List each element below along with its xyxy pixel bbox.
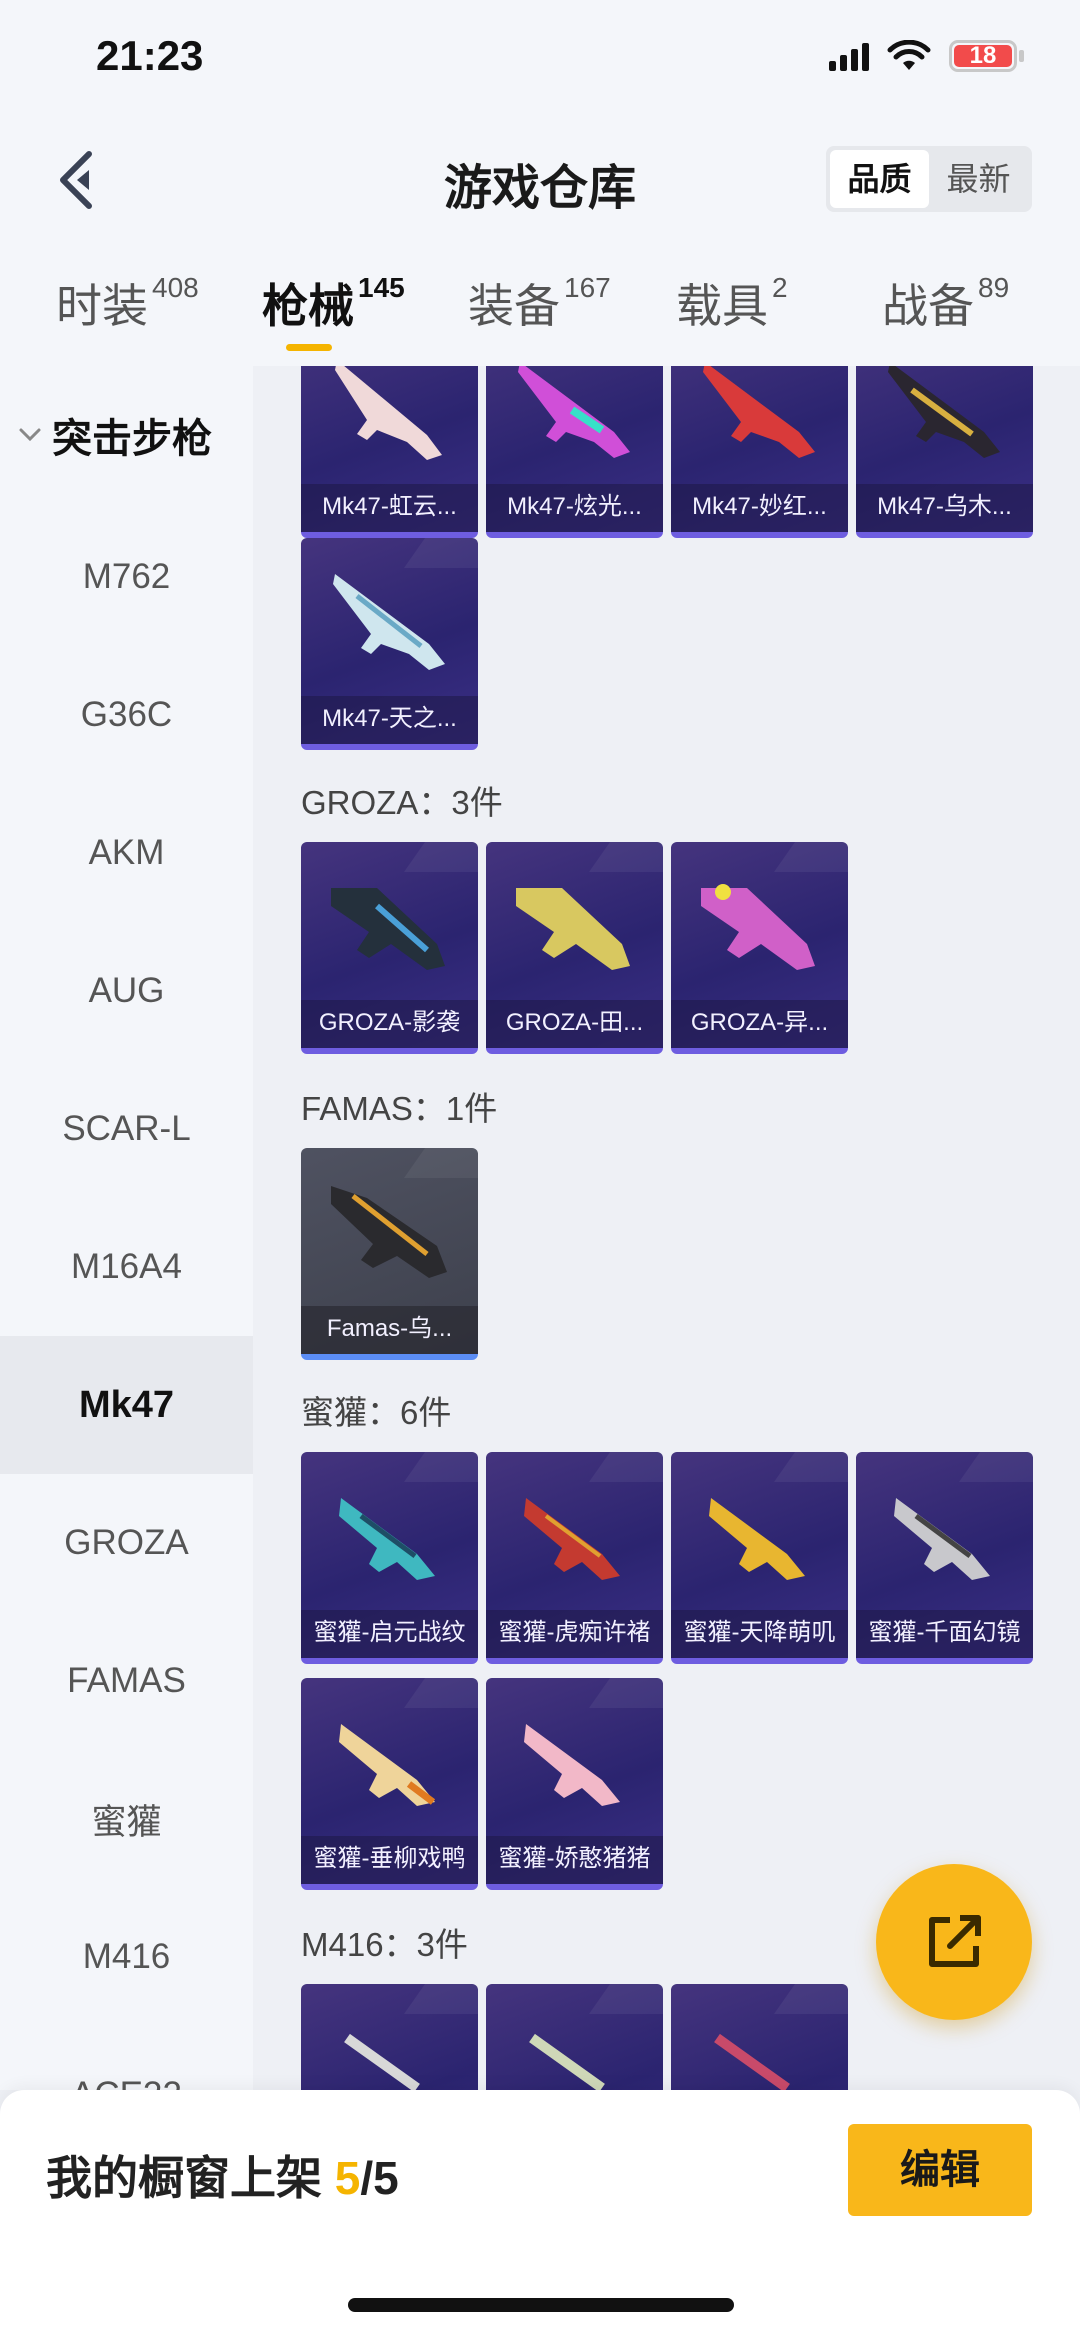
section-heading-honey-badger: 蜜獾：6件 bbox=[301, 1394, 452, 1431]
sidebar-item-famas[interactable]: FAMAS bbox=[0, 1612, 253, 1750]
tab-guns[interactable]: 枪械 145 bbox=[262, 270, 405, 350]
rifle-skin-icon bbox=[529, 2033, 605, 2090]
edit-button[interactable]: 编辑 bbox=[848, 2124, 1032, 2216]
showcase-status: 我的橱窗上架 5/5 bbox=[46, 2152, 399, 2204]
sort-toggle: 品质 最新 bbox=[826, 146, 1032, 212]
skin-card[interactable]: Mk47-乌木... bbox=[856, 366, 1033, 538]
home-indicator bbox=[348, 2298, 734, 2312]
sidebar-item-scar-l[interactable]: SCAR-L bbox=[0, 1060, 253, 1198]
section-heading-famas: FAMAS：1件 bbox=[301, 1090, 498, 1127]
sidebar-item-mk47[interactable]: Mk47 bbox=[0, 1336, 253, 1474]
tab-supplies[interactable]: 战备 89 bbox=[882, 270, 1009, 350]
section-heading-m416: M416：3件 bbox=[301, 1926, 468, 1963]
smg-skin-icon bbox=[524, 1724, 620, 1806]
cellular-signal-icon bbox=[829, 41, 869, 71]
active-tab-indicator bbox=[286, 344, 332, 351]
sort-newest-button[interactable]: 最新 bbox=[929, 150, 1028, 208]
share-button[interactable] bbox=[876, 1864, 1032, 2020]
skin-card[interactable]: 蜜獾-天降萌叽 bbox=[671, 1452, 848, 1664]
sidebar-item-groza[interactable]: GROZA bbox=[0, 1474, 253, 1612]
smg-skin-icon bbox=[709, 1498, 805, 1580]
skin-card[interactable]: Mk47-炫光... bbox=[486, 366, 663, 538]
smg-skin-icon bbox=[339, 1498, 435, 1580]
wifi-icon bbox=[887, 40, 931, 70]
rifle-skin-icon bbox=[331, 1186, 447, 1278]
skin-card[interactable]: GROZA-异... bbox=[671, 842, 848, 1054]
sidebar-item-akm[interactable]: AKM bbox=[0, 784, 253, 922]
skin-card[interactable]: 蜜獾-千面幻镜 bbox=[856, 1452, 1033, 1664]
smg-skin-icon bbox=[894, 1498, 990, 1580]
status-bar: 21:23 18 bbox=[0, 0, 1080, 120]
skin-card[interactable]: GROZA-影袭 bbox=[301, 842, 478, 1054]
rifle-skin-icon bbox=[888, 366, 1000, 458]
sidebar-group-assault-rifles[interactable]: 突击步枪 bbox=[0, 390, 253, 480]
sidebar-item-m16a4[interactable]: M16A4 bbox=[0, 1198, 253, 1336]
sort-quality-button[interactable]: 品质 bbox=[830, 150, 929, 208]
chevron-down-icon bbox=[19, 428, 41, 442]
skin-card[interactable]: Mk47-妙红... bbox=[671, 366, 848, 538]
sidebar-item-m762[interactable]: M762 bbox=[0, 508, 253, 646]
header: 游戏仓库 品质 最新 bbox=[0, 120, 1080, 240]
smg-skin-icon bbox=[524, 1498, 620, 1580]
tab-fashion[interactable]: 时装 408 bbox=[56, 270, 199, 350]
battery-icon: 18 bbox=[949, 40, 1017, 72]
skin-card[interactable]: 蜜獾-启元战纹 bbox=[301, 1452, 478, 1664]
skin-card[interactable]: 蜜獾-虎痴许褚 bbox=[486, 1452, 663, 1664]
rifle-skin-icon bbox=[518, 366, 630, 458]
sidebar-item-m416[interactable]: M416 bbox=[0, 1888, 253, 2026]
skin-card[interactable] bbox=[301, 1984, 478, 2090]
status-time: 21:23 bbox=[96, 32, 204, 79]
skin-card[interactable]: Famas-乌... bbox=[301, 1148, 478, 1360]
battery-level: 18 bbox=[969, 42, 997, 69]
rifle-skin-icon bbox=[714, 2033, 790, 2090]
skin-card[interactable]: 蜜獾-垂柳戏鸭 bbox=[301, 1678, 478, 1890]
rifle-skin-icon bbox=[703, 366, 815, 458]
skin-card[interactable]: 蜜獾-娇憨猪猪 bbox=[486, 1678, 663, 1890]
skin-card[interactable]: Mk47-虹云... bbox=[301, 366, 478, 538]
category-tabs: 时装 408 枪械 145 装备 167 载具 2 战备 89 bbox=[0, 240, 1080, 366]
sidebar-item-g36c[interactable]: G36C bbox=[0, 646, 253, 784]
chevron-left-icon bbox=[60, 151, 92, 209]
weapon-sidebar[interactable]: 突击步枪 M762 G36C AKM AUG SCAR-L M16A4 Mk47… bbox=[0, 366, 253, 2090]
rifle-skin-icon bbox=[701, 884, 815, 970]
tab-vehicles[interactable]: 载具 2 bbox=[676, 270, 788, 350]
smg-skin-icon bbox=[339, 1724, 436, 1806]
sidebar-group-label: 突击步枪 bbox=[52, 417, 212, 461]
sidebar-item-honey-badger[interactable]: 蜜獾 bbox=[0, 1750, 253, 1888]
skin-card[interactable]: GROZA-田... bbox=[486, 842, 663, 1054]
tab-equipment[interactable]: 装备 167 bbox=[468, 270, 611, 350]
rifle-skin-icon bbox=[333, 574, 445, 670]
status-icons: 18 bbox=[829, 40, 1024, 72]
rifle-skin-icon bbox=[335, 366, 442, 460]
sidebar-item-ace32[interactable]: ACE32 bbox=[0, 2026, 253, 2090]
weapon-skin-grid: Mk47-虹云... Mk47-炫光... Mk47-妙红... Mk47-乌木… bbox=[253, 366, 1080, 2090]
back-button[interactable] bbox=[40, 144, 110, 216]
skin-card[interactable] bbox=[671, 1984, 848, 2090]
rifle-skin-icon bbox=[331, 888, 445, 970]
sidebar-item-aug[interactable]: AUG bbox=[0, 922, 253, 1060]
skin-card[interactable]: Mk47-天之... bbox=[301, 538, 478, 750]
rifle-skin-icon bbox=[344, 2033, 420, 2090]
section-heading-groza: GROZA：3件 bbox=[301, 784, 503, 821]
external-link-icon bbox=[929, 1915, 981, 1967]
rifle-skin-icon bbox=[516, 888, 630, 970]
skin-card[interactable] bbox=[486, 1984, 663, 2090]
